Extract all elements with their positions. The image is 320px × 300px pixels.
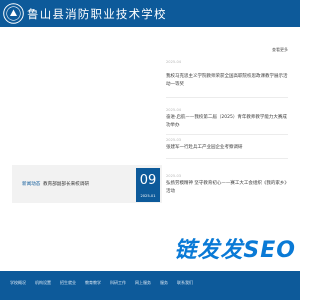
- slide-title[interactable]: 教育部副部长来校调研: [43, 181, 89, 187]
- news-item[interactable]: 2025-03 弘扬劳模精神 坚守教育初心——赛工大工会组织《我的家乡》活动: [166, 159, 288, 199]
- slide-category-tag: 新闻动态: [22, 182, 41, 187]
- footer-link[interactable]: 招生就业: [60, 280, 76, 286]
- news-title[interactable]: 弘扬劳模精神 坚守教育初心——赛工大工会组织《我的家乡》活动: [166, 180, 288, 197]
- news-title[interactable]: 张建军一行赴兵工产业园企业考察调研: [166, 144, 288, 152]
- news-title[interactable]: 我校马克思主义学院教师荣获全国高职院校思政课教学展示活动一等奖: [166, 73, 288, 90]
- school-seal-icon[interactable]: [3, 3, 24, 24]
- view-more-link[interactable]: 查看更多: [272, 47, 288, 53]
- footer-link[interactable]: 联系我们: [177, 280, 193, 286]
- slide-date-badge: 09 2025-01: [136, 168, 160, 202]
- footer-link[interactable]: 机构设置: [35, 280, 51, 286]
- slide-date-day: 09: [139, 173, 157, 188]
- site-footer: 学校概况 机构设置 招生就业 教育教学 科研工作 网上服务 服务 联系我们: [0, 271, 300, 300]
- news-date: 2025-03: [166, 138, 182, 142]
- footer-link[interactable]: 科研工作: [110, 280, 126, 286]
- news-title[interactable]: 奋进·启航——我校第二届（2025）青年教师教学能力大赛成功举办: [166, 114, 288, 131]
- news-item[interactable]: 2025-04 我校马克思主义学院教师荣获全国高职院校思政课教学展示活动一等奖: [166, 58, 288, 98]
- site-title[interactable]: 鲁山县消防职业技术学校: [27, 6, 167, 22]
- watermark-logo: 链发发SEO: [174, 238, 296, 263]
- slide-date-year-month: 2025-01: [140, 194, 156, 198]
- news-date: 2025-04: [166, 60, 182, 64]
- footer-link[interactable]: 学校概况: [10, 280, 26, 286]
- footer-link[interactable]: 教育教学: [85, 280, 101, 286]
- news-item[interactable]: 2025-04 奋进·启航——我校第二届（2025）青年教师教学能力大赛成功举办: [166, 98, 288, 135]
- news-date: 2025-04: [166, 108, 182, 112]
- news-date: 2025-03: [166, 174, 182, 178]
- footer-nav: 学校概况 机构设置 招生就业 教育教学 科研工作 网上服务 服务 联系我们: [10, 280, 193, 286]
- footer-link[interactable]: 服务: [160, 280, 168, 286]
- news-list: 2025-04 我校马克思主义学院教师荣获全国高职院校思政课教学展示活动一等奖 …: [166, 58, 288, 199]
- site-header: 鲁山县消防职业技术学校: [0, 0, 300, 27]
- footer-link[interactable]: 网上服务: [135, 280, 151, 286]
- news-item[interactable]: 2025-03 张建军一行赴兵工产业园企业考察调研: [166, 135, 288, 159]
